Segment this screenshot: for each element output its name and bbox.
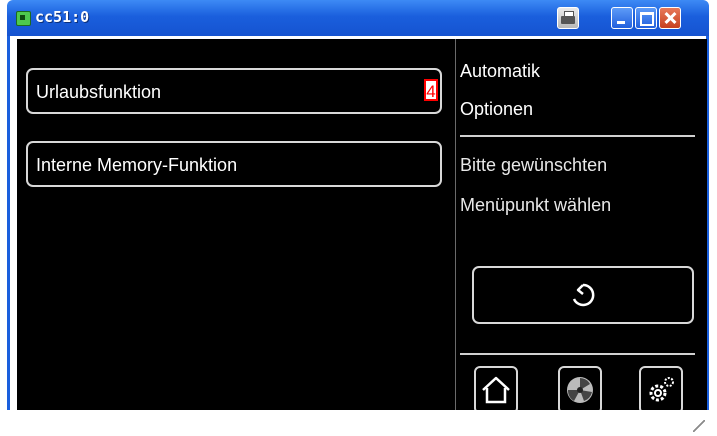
panel-title-line1: Automatik	[460, 61, 541, 81]
menu-item-label: Interne Memory-Funktion	[36, 155, 238, 175]
hint-line1: Bitte gewünschten	[460, 155, 608, 175]
back-arrow-icon	[572, 283, 595, 307]
maximize-button[interactable]	[635, 7, 657, 29]
back-button[interactable]	[472, 266, 694, 324]
fan-icon	[567, 377, 593, 403]
menu-item-urlaubsfunktion[interactable]: Urlaubsfunktion 4	[26, 68, 442, 114]
panel-separator	[460, 135, 695, 137]
panel-title-line2: Optionen	[460, 99, 534, 119]
window-title: cc51:0	[35, 8, 90, 26]
window-border-left	[7, 36, 10, 436]
panel-divider	[455, 39, 456, 410]
settings-gear-icon	[649, 377, 674, 402]
settings-button[interactable]	[639, 366, 683, 410]
printer-button[interactable]	[557, 7, 579, 29]
menu-item-label: Urlaubsfunktion	[36, 82, 162, 102]
app-icon	[16, 11, 31, 26]
window-bottom-frame	[7, 410, 709, 436]
home-button[interactable]	[474, 366, 518, 410]
device-screen: Urlaubsfunktion 4 Interne Memory-Funktio…	[17, 39, 707, 410]
close-button[interactable]	[659, 7, 681, 29]
resize-grip-icon[interactable]	[693, 420, 705, 432]
hint-line2: Menüpunkt wählen	[460, 195, 612, 215]
menu-item-memory-funktion[interactable]: Interne Memory-Funktion	[26, 141, 442, 187]
app-window: cc51:0 Urlaubsfunktion 4 Interne Memory-…	[7, 0, 709, 436]
title-bar[interactable]: cc51:0	[7, 0, 709, 36]
home-icon	[482, 376, 510, 404]
fan-button[interactable]	[558, 366, 602, 410]
minimize-button[interactable]	[611, 7, 633, 29]
step-badge: 4	[424, 79, 438, 101]
panel-separator-bottom	[460, 353, 695, 355]
